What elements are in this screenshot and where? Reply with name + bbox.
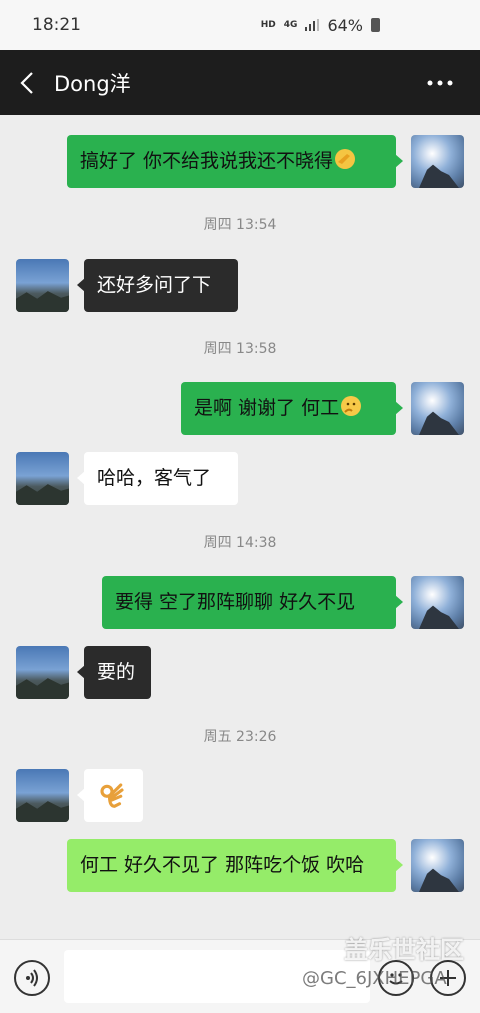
- contact-avatar[interactable]: [16, 452, 69, 505]
- hd-indicator: HD: [260, 20, 276, 30]
- more-options-button[interactable]: [400, 50, 480, 115]
- chat-header: Dong洋: [0, 50, 480, 115]
- message-text: 何工 好久不见了 那阵吃个饭 吹哈: [80, 854, 365, 876]
- signal-icon: [305, 19, 320, 31]
- timestamp: 周四 14:38: [203, 535, 277, 551]
- ok-hand-emoji-icon: [335, 149, 356, 169]
- message-bubble[interactable]: 搞好了 你不给我说我还不晓得: [67, 135, 403, 188]
- contact-avatar[interactable]: [16, 769, 69, 822]
- contact-avatar[interactable]: [16, 259, 69, 312]
- timestamp: 周四 13:54: [203, 217, 277, 233]
- message-list[interactable]: 搞好了 你不给我说我还不晓得 周四 13:54 还好多问了下 周四 13:58 …: [0, 115, 480, 939]
- message-text: 是啊 谢谢了 何工: [194, 397, 340, 419]
- my-avatar[interactable]: [411, 382, 464, 435]
- status-indicators: HD 4G 64%: [261, 16, 380, 35]
- network-indicator: 4G: [283, 20, 298, 30]
- more-dots-icon: [427, 80, 453, 85]
- chevron-left-icon: [20, 71, 33, 94]
- timestamp: 周五 23:26: [203, 729, 277, 745]
- chat-title: Dong洋: [54, 71, 131, 96]
- message-bubble[interactable]: 何工 好久不见了 那阵吃个饭 吹哈: [67, 839, 403, 892]
- thinking-face-emoji-icon: [341, 396, 362, 416]
- contact-avatar[interactable]: [16, 646, 69, 699]
- voice-button[interactable]: [14, 960, 50, 996]
- message-text: 要的: [97, 661, 136, 683]
- message-bubble[interactable]: 哈哈，客气了: [77, 452, 238, 505]
- status-time: 18:21: [32, 15, 81, 35]
- message-bubble[interactable]: [77, 769, 143, 822]
- battery-icon: [371, 18, 380, 32]
- timestamp: 周四 13:58: [203, 341, 277, 357]
- my-avatar[interactable]: [411, 135, 464, 188]
- watermark-handle: @GC_6JXHEPGA: [302, 968, 447, 989]
- status-bar: 18:21 HD 4G 64%: [0, 0, 480, 50]
- message-text: 哈哈，客气了: [97, 467, 212, 489]
- message-bubble[interactable]: 是啊 谢谢了 何工: [181, 382, 403, 435]
- message-bubble[interactable]: 要的: [77, 646, 151, 699]
- watermark-title: 盖乐世社区: [344, 936, 464, 964]
- battery-percent: 64%: [327, 15, 363, 35]
- back-button[interactable]: [0, 50, 54, 115]
- message-bubble[interactable]: 还好多问了下: [77, 259, 238, 312]
- my-avatar[interactable]: [411, 576, 464, 629]
- message-text: 还好多问了下: [97, 274, 212, 296]
- my-avatar[interactable]: [411, 839, 464, 892]
- message-text: 搞好了 你不给我说我还不晓得: [80, 150, 334, 172]
- ok-gesture-emoji-icon: [100, 783, 124, 808]
- voice-icon: [26, 969, 38, 987]
- message-text: 要得 空了那阵聊聊 好久不见: [115, 591, 356, 613]
- message-bubble[interactable]: 要得 空了那阵聊聊 好久不见: [102, 576, 403, 629]
